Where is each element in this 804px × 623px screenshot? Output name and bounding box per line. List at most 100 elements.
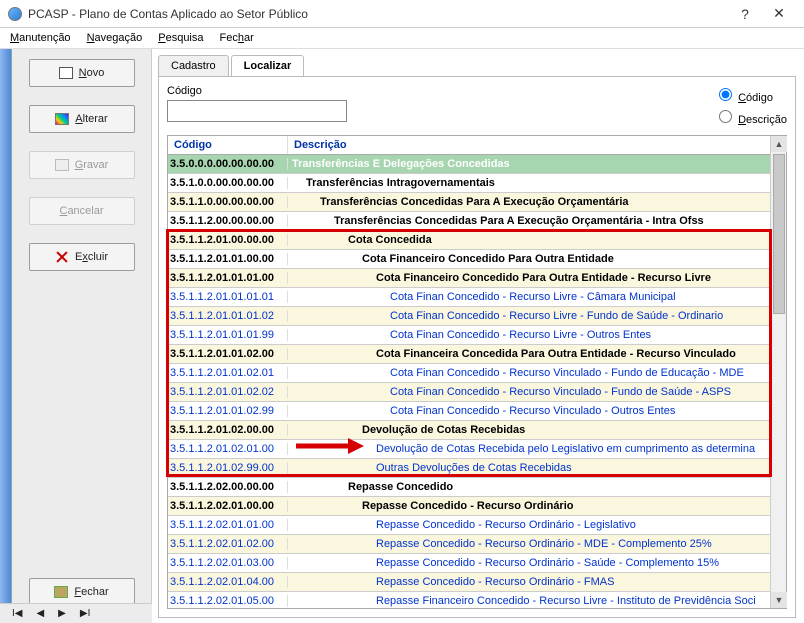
new-icon <box>59 67 73 79</box>
nav-first-icon[interactable]: I◀ <box>12 608 22 619</box>
table-row[interactable]: 3.5.1.1.2.01.01.02.00Cota Financeira Con… <box>168 345 770 364</box>
table-row[interactable]: 3.5.1.1.2.01.00.00.00Cota Concedida <box>168 231 770 250</box>
table-row[interactable]: 3.5.1.1.2.01.02.01.00Devolução de Cotas … <box>168 440 770 459</box>
table-row[interactable]: 3.5.1.1.2.01.01.01.99Cota Finan Concedid… <box>168 326 770 345</box>
cell-code: 3.5.1.1.2.02.00.00.00 <box>168 481 288 493</box>
cell-desc: Repasse Concedido - Recurso Ordinário - … <box>288 538 770 550</box>
col-codigo[interactable]: Código <box>168 136 288 154</box>
menu-manutencao[interactable]: Manutenção <box>10 32 71 44</box>
cell-code: 3.5.1.1.2.01.01.01.02 <box>168 310 288 322</box>
cell-code: 3.5.1.1.2.01.01.02.02 <box>168 386 288 398</box>
cell-desc: Cota Concedida <box>288 234 770 246</box>
menu-pesquisa[interactable]: Pesquisa <box>158 32 203 44</box>
delete-icon <box>55 251 69 263</box>
main-panel: Cadastro Localizar Código Código Descriç… <box>152 49 804 622</box>
table-row[interactable]: 3.5.1.1.2.02.01.04.00Repasse Concedido -… <box>168 573 770 592</box>
tab-localizar[interactable]: Localizar <box>231 55 305 76</box>
order-radios: Código Descrição <box>714 85 787 129</box>
table-row[interactable]: 3.5.1.1.2.01.01.00.00Cota Financeiro Con… <box>168 250 770 269</box>
radio-descricao[interactable]: Descrição <box>714 107 787 126</box>
table-row[interactable]: 3.5.1.1.2.01.01.02.99Cota Finan Concedid… <box>168 402 770 421</box>
close-button[interactable]: ✕ <box>762 5 796 22</box>
table-row[interactable]: 3.5.0.0.0.00.00.00.00Transferências E De… <box>168 155 770 174</box>
cell-desc: Cota Financeira Concedida Para Outra Ent… <box>288 348 770 360</box>
cell-code: 3.5.1.1.2.00.00.00.00 <box>168 215 288 227</box>
cell-code: 3.5.1.1.2.01.01.01.00 <box>168 272 288 284</box>
save-icon <box>55 159 69 171</box>
table-row[interactable]: 3.5.1.1.2.01.01.02.02Cota Finan Concedid… <box>168 383 770 402</box>
cell-code: 3.5.1.1.2.01.01.00.00 <box>168 253 288 265</box>
menu-fechar[interactable]: Fechar <box>220 32 254 44</box>
search-label: Código <box>167 85 347 97</box>
scroll-thumb[interactable] <box>773 154 785 314</box>
cell-code: 3.5.1.1.2.02.01.00.00 <box>168 500 288 512</box>
cell-code: 3.5.1.1.2.02.01.01.00 <box>168 519 288 531</box>
col-descricao[interactable]: Descrição <box>288 136 770 154</box>
edit-icon <box>55 113 69 125</box>
menu-bar: Manutenção Navegação Pesquisa Fechar <box>0 28 804 49</box>
cell-desc: Transferências Intragovernamentais <box>288 177 770 189</box>
table-row[interactable]: 3.5.1.1.2.01.02.00.00Devolução de Cotas … <box>168 421 770 440</box>
tab-cadastro[interactable]: Cadastro <box>158 55 229 76</box>
table-row[interactable]: 3.5.1.1.2.02.01.00.00Repasse Concedido -… <box>168 497 770 516</box>
cell-desc: Cota Financeiro Concedido Para Outra Ent… <box>288 253 770 265</box>
results-table: Código Descrição 3.5.0.0.0.00.00.00.00Tr… <box>167 135 787 609</box>
fechar-button[interactable]: Fechar <box>29 578 135 606</box>
cell-code: 3.5.0.0.0.00.00.00.00 <box>168 158 288 170</box>
table-row[interactable]: 3.5.1.1.2.00.00.00.00Transferências Conc… <box>168 212 770 231</box>
scrollbar[interactable]: ▲ ▼ <box>770 136 786 608</box>
excluir-button[interactable]: Excluir <box>29 243 135 271</box>
table-row[interactable]: 3.5.1.1.2.02.01.05.00Repasse Financeiro … <box>168 592 770 608</box>
app-icon <box>8 7 22 21</box>
cell-desc: Cota Financeiro Concedido Para Outra Ent… <box>288 272 770 284</box>
table-row[interactable]: 3.5.1.1.2.01.01.01.00Cota Financeiro Con… <box>168 269 770 288</box>
scroll-up-icon[interactable]: ▲ <box>771 136 787 152</box>
table-row[interactable]: 3.5.1.1.2.01.01.01.01Cota Finan Concedid… <box>168 288 770 307</box>
table-row[interactable]: 3.5.1.1.2.02.01.03.00Repasse Concedido -… <box>168 554 770 573</box>
cell-desc: Devolução de Cotas Recebidas <box>288 424 770 436</box>
cell-desc: Outras Devoluções de Cotas Recebidas <box>288 462 770 474</box>
cell-code: 3.5.1.1.2.01.02.01.00 <box>168 443 288 455</box>
cell-desc: Transferências Concedidas Para A Execuçã… <box>288 196 770 208</box>
alterar-button[interactable]: Alterar <box>29 105 135 133</box>
table-row[interactable]: 3.5.1.1.2.01.02.99.00Outras Devoluções d… <box>168 459 770 478</box>
cell-desc: Cota Finan Concedido - Recurso Vinculado… <box>288 367 770 379</box>
help-button[interactable]: ? <box>728 6 762 22</box>
cell-code: 3.5.1.1.2.01.01.02.01 <box>168 367 288 379</box>
novo-button[interactable]: Novo <box>29 59 135 87</box>
table-row[interactable]: 3.5.1.1.2.01.01.02.01Cota Finan Concedid… <box>168 364 770 383</box>
cell-code: 3.5.1.1.2.01.02.00.00 <box>168 424 288 436</box>
menu-navegacao[interactable]: Navegação <box>87 32 143 44</box>
cell-desc: Cota Finan Concedido - Recurso Vinculado… <box>288 386 770 398</box>
cell-desc: Repasse Concedido - Recurso Ordinário - … <box>288 557 770 569</box>
cell-desc: Cota Finan Concedido - Recurso Livre - C… <box>288 291 770 303</box>
nav-prev-icon[interactable]: ◀ <box>36 608 44 619</box>
cell-code: 3.5.1.1.2.01.01.01.01 <box>168 291 288 303</box>
nav-next-icon[interactable]: ▶ <box>58 608 66 619</box>
nav-last-icon[interactable]: ▶I <box>80 608 90 619</box>
cell-code: 3.5.1.1.0.00.00.00.00 <box>168 196 288 208</box>
table-row[interactable]: 3.5.1.1.2.02.01.02.00Repasse Concedido -… <box>168 535 770 554</box>
search-input[interactable] <box>167 100 347 122</box>
cell-code: 3.5.1.0.0.00.00.00.00 <box>168 177 288 189</box>
table-row[interactable]: 3.5.1.0.0.00.00.00.00Transferências Intr… <box>168 174 770 193</box>
cell-code: 3.5.1.1.2.01.00.00.00 <box>168 234 288 246</box>
cell-desc: Cota Finan Concedido - Recurso Livre - F… <box>288 310 770 322</box>
cell-desc: Repasse Concedido <box>288 481 770 493</box>
close-folder-icon <box>54 586 68 598</box>
table-row[interactable]: 3.5.1.1.0.00.00.00.00Transferências Conc… <box>168 193 770 212</box>
cell-code: 3.5.1.1.2.01.01.02.00 <box>168 348 288 360</box>
cell-desc: Cota Finan Concedido - Recurso Vinculado… <box>288 405 770 417</box>
cell-desc: Repasse Concedido - Recurso Ordinário <box>288 500 770 512</box>
table-row[interactable]: 3.5.1.1.2.02.00.00.00Repasse Concedido <box>168 478 770 497</box>
cell-desc: Repasse Concedido - Recurso Ordinário - … <box>288 576 770 588</box>
scroll-down-icon[interactable]: ▼ <box>771 592 787 608</box>
record-nav: I◀ ◀ ▶ ▶I <box>0 603 152 623</box>
radio-codigo[interactable]: Código <box>714 85 787 104</box>
table-row[interactable]: 3.5.1.1.2.02.01.01.00Repasse Concedido -… <box>168 516 770 535</box>
cell-code: 3.5.1.1.2.02.01.02.00 <box>168 538 288 550</box>
table-row[interactable]: 3.5.1.1.2.01.01.01.02Cota Finan Concedid… <box>168 307 770 326</box>
cell-code: 3.5.1.1.2.01.01.01.99 <box>168 329 288 341</box>
cell-desc: Transferências Concedidas Para A Execuçã… <box>288 215 770 227</box>
cell-desc: Repasse Concedido - Recurso Ordinário - … <box>288 519 770 531</box>
